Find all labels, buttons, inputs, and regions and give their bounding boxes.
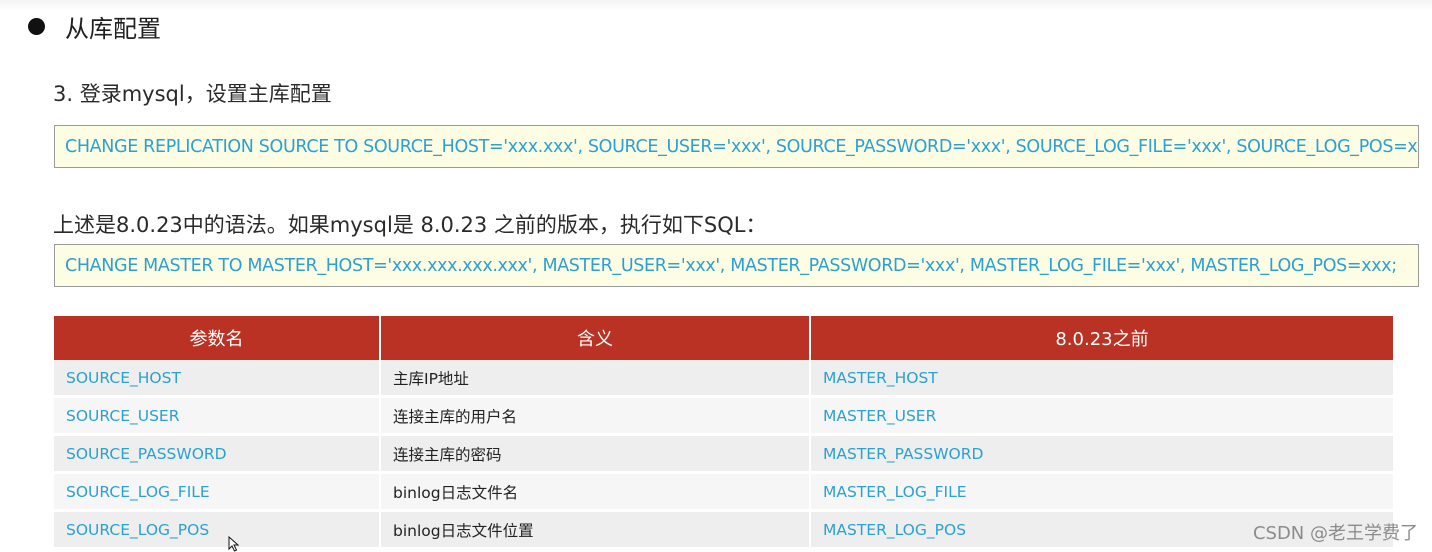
cell-meaning: 连接主库的密码: [380, 434, 811, 474]
cell-master-param: MASTER_HOST: [810, 360, 1393, 398]
section-heading: 从库配置: [28, 8, 161, 44]
cell-source-param: SOURCE_LOG_POS: [54, 510, 381, 550]
code-block-old-syntax[interactable]: CHANGE MASTER TO MASTER_HOST='xxx.xxx.xx…: [54, 244, 1419, 287]
table-row: SOURCE_HOST 主库IP地址 MASTER_HOST: [54, 360, 1393, 398]
cell-meaning: 连接主库的用户名: [380, 396, 811, 436]
header-param-name: 参数名: [54, 316, 381, 360]
step-title: 3. 登录mysql，设置主库配置: [53, 82, 332, 106]
cell-meaning: 主库IP地址: [380, 360, 811, 398]
header-before-8023: 8.0.23之前: [810, 316, 1393, 360]
cell-master-param: MASTER_PASSWORD: [810, 434, 1393, 474]
cell-source-param: SOURCE_PASSWORD: [54, 434, 381, 474]
top-shadow-bar: [0, 0, 1432, 10]
heading-text: 从库配置: [65, 14, 161, 43]
mouse-pointer-icon: [228, 536, 240, 552]
table-header-row: 参数名 含义 8.0.23之前: [54, 316, 1393, 360]
cell-master-param: MASTER_LOG_FILE: [810, 472, 1393, 512]
header-meaning: 含义: [380, 316, 811, 360]
table-row: SOURCE_USER 连接主库的用户名 MASTER_USER: [54, 396, 1393, 436]
parameter-table: 参数名 含义 8.0.23之前 SOURCE_HOST 主库IP地址 MASTE…: [54, 316, 1393, 550]
cell-source-param: SOURCE_HOST: [54, 360, 381, 398]
table-row: SOURCE_PASSWORD 连接主库的密码 MASTER_PASSWORD: [54, 434, 1393, 474]
cell-meaning: binlog日志文件位置: [380, 510, 811, 550]
cell-meaning: binlog日志文件名: [380, 472, 811, 512]
cell-source-param: SOURCE_USER: [54, 396, 381, 436]
cell-master-param: MASTER_USER: [810, 396, 1393, 436]
version-note: 上述是8.0.23中的语法。如果mysql是 8.0.23 之前的版本，执行如下…: [53, 213, 767, 237]
cell-source-param: SOURCE_LOG_FILE: [54, 472, 381, 512]
table-row: SOURCE_LOG_POS binlog日志文件位置 MASTER_LOG_P…: [54, 510, 1393, 550]
bullet-icon: [28, 17, 45, 35]
table-row: SOURCE_LOG_FILE binlog日志文件名 MASTER_LOG_F…: [54, 472, 1393, 512]
csdn-watermark: CSDN @老王学费了: [1252, 523, 1418, 544]
code-block-new-syntax[interactable]: CHANGE REPLICATION SOURCE TO SOURCE_HOST…: [54, 125, 1419, 168]
